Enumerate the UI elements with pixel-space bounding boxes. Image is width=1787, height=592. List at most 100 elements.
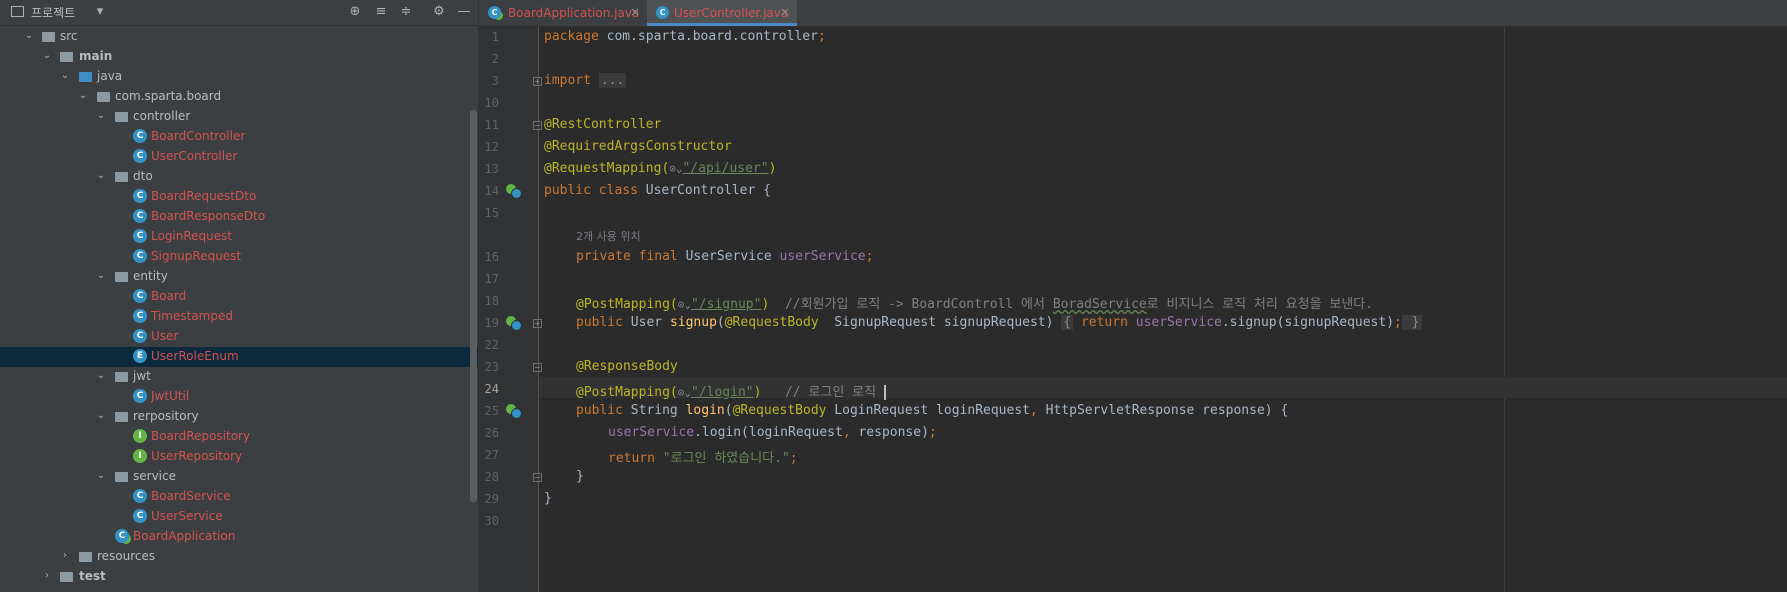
code-line-1[interactable]: package com.sparta.board.controller; [544,29,826,44]
keyword: package [544,29,599,44]
tree-item-file[interactable]: C Board [0,287,478,307]
tree-item-jwt[interactable]: ⌄ jwt [0,367,478,387]
code-line-26[interactable]: userService.login(loginRequest, response… [544,425,937,440]
chevron-down-icon[interactable]: ⌄ [23,28,35,44]
comment-typo: BoradService [1052,297,1147,312]
tree-item-file[interactable]: C SignupRequest [0,247,478,267]
tree-item-dto[interactable]: ⌄ dto [0,167,478,187]
code-text: String [630,403,686,418]
chevron-down-icon[interactable]: ⌄ [95,368,107,384]
tree-item-label: JwtUtil [151,389,190,403]
expand-all-icon[interactable]: ≡ [373,4,389,20]
tree-item-file[interactable]: C LoginRequest [0,227,478,247]
gear-icon[interactable]: ⚙ [431,4,447,20]
code-line-16[interactable]: private final UserService userService; [544,249,873,264]
tree-item-file[interactable]: C BoardResponseDto [0,207,478,227]
chevron-down-icon[interactable]: ⌄ [59,68,71,84]
code-line-25[interactable]: public String login(@RequestBody LoginRe… [544,403,1288,418]
tree-item-file[interactable]: C BoardApplication [0,527,478,547]
tab-user-controller[interactable]: C UserController.java × [647,0,797,26]
editor-gutter[interactable] [479,27,538,592]
tree-item-label: Board [151,289,187,303]
tree-item-main[interactable]: ⌄ main [0,47,478,67]
code-line-23[interactable]: @ResponseBody [544,359,678,374]
project-panel-title[interactable]: 프로젝트 [31,4,75,21]
url-chip-icon[interactable]: ⊙⌄ [669,162,682,175]
code-line-27[interactable]: return "로그인 하였습니다."; [544,447,798,466]
chevron-down-icon[interactable]: ⌄ [95,108,107,124]
tree-item-service[interactable]: ⌄ service [0,467,478,487]
chevron-down-icon[interactable]: ⌄ [95,168,107,184]
line-number: 1 [491,30,499,44]
folded-brace[interactable]: { [1061,315,1074,330]
code-line-28[interactable]: } [544,469,584,484]
folded-imports[interactable]: ... [598,73,627,88]
class-icon: C [133,309,147,323]
tree-item-file[interactable]: C BoardController [0,127,478,147]
code-line-11[interactable]: @RestController [544,117,661,132]
tree-item-entity[interactable]: ⌄ entity [0,267,478,287]
fold-toggle-icon[interactable]: + [533,77,542,86]
tree-item-file[interactable]: C BoardRequestDto [0,187,478,207]
tree-item-file-selected[interactable]: E UserRoleEnum [0,347,478,367]
collapse-all-icon[interactable]: ≑ [398,4,414,20]
tree-item-resources[interactable]: › resources [0,547,478,567]
tree-item-controller[interactable]: ⌄ controller [0,107,478,127]
tree-item-src[interactable]: ⌄ src [0,27,478,47]
tree-item-file[interactable]: C UserController [0,147,478,167]
tree-item-java[interactable]: ⌄ java [0,67,478,87]
package-icon [97,92,110,102]
code-text: UserService [685,249,780,264]
code-line-3[interactable]: import ... [544,73,627,88]
fold-toggle-icon[interactable]: + [533,319,542,328]
code-line-19[interactable]: public User signup(@RequestBody SignupRe… [544,315,1422,330]
chevron-down-icon[interactable]: ⌄ [95,408,107,424]
usage-hint[interactable]: 2개 사용 위치 [544,228,641,244]
class-icon: C [133,189,147,203]
close-icon[interactable]: × [630,5,640,19]
chevron-down-icon[interactable]: ⌄ [41,48,53,64]
chevron-down-icon[interactable]: ▾ [92,4,108,20]
url-chip-icon[interactable]: ⊙⌄ [678,298,691,311]
chevron-down-icon[interactable]: ⌄ [95,268,107,284]
tree-item-file[interactable]: I BoardRepository [0,427,478,447]
tree-item-file[interactable]: C Timestamped [0,307,478,327]
tree-item-package[interactable]: ⌄ com.sparta.board [0,87,478,107]
project-scrollbar[interactable] [470,110,477,502]
tree-item-file[interactable]: C BoardService [0,487,478,507]
tree-item-file[interactable]: I UserRepository [0,447,478,467]
tree-item-repository[interactable]: ⌄ rerpository [0,407,478,427]
fold-toggle-icon[interactable]: − [533,473,542,482]
tree-item-file[interactable]: C JwtUtil [0,387,478,407]
code-text: response) [858,425,929,440]
tab-board-application[interactable]: C BoardApplication.java × [479,0,647,26]
chevron-right-icon[interactable]: › [59,548,71,564]
minimize-icon[interactable]: — [456,4,472,20]
code-line-18[interactable]: @PostMapping(⊙⌄"/signup") //회원가입 로직 -> B… [544,293,1373,312]
tree-item-file[interactable]: C User [0,327,478,347]
package-icon [115,112,128,122]
folder-icon [60,572,73,582]
spring-endpoint-icon[interactable] [506,404,522,419]
tree-item-file[interactable]: C UserService [0,507,478,527]
spring-bean-icon[interactable] [506,184,522,199]
string: "/signup" [691,297,762,312]
tree-item-label: rerpository [133,409,199,423]
url-chip-icon[interactable]: ⊙⌄ [678,386,691,399]
close-icon[interactable]: × [780,5,790,19]
chevron-down-icon[interactable]: ⌄ [95,468,107,484]
fold-toggle-icon[interactable]: − [533,121,542,130]
code-line-12[interactable]: @RequiredArgsConstructor [544,139,732,154]
locate-icon[interactable]: ⊕ [347,4,363,20]
code-line-14[interactable]: public class UserController { [544,183,771,198]
fold-toggle-icon[interactable]: − [533,363,542,372]
chevron-right-icon[interactable]: › [41,568,53,584]
chevron-down-icon[interactable]: ⌄ [77,88,89,104]
spring-endpoint-icon[interactable] [506,316,522,331]
code-line-13[interactable]: @RequestMapping(⊙⌄"/api/user") [544,161,776,176]
tree-item-test[interactable]: › test [0,567,478,587]
code-line-24[interactable]: @PostMapping(⊙⌄"/login") // 로그인 로직 [544,381,886,400]
code-line-29[interactable]: } [544,491,552,506]
folded-brace[interactable]: } [1401,315,1422,330]
tree-item-label: main [79,49,113,63]
